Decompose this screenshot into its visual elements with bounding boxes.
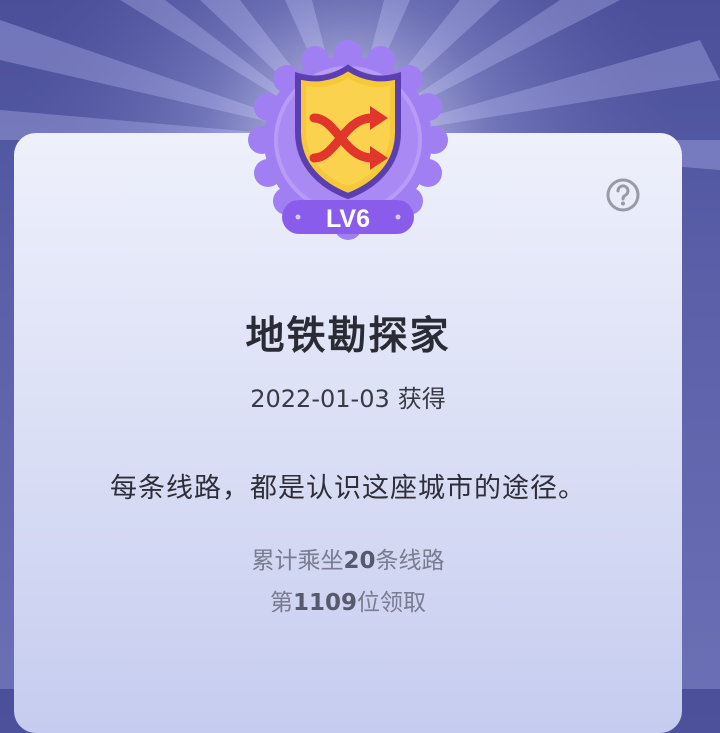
question-circle-icon[interactable]	[605, 177, 641, 213]
level-label: LV6	[326, 205, 370, 233]
date-suffix: 获得	[397, 385, 446, 413]
stat-lines-ridden: 累计乘坐20条线路	[14, 541, 682, 575]
stat1-value: 20	[343, 548, 376, 574]
stat2-value: 1109	[292, 590, 357, 616]
stat1-prefix: 累计乘坐	[251, 548, 344, 574]
achievement-slogan: 每条线路，都是认识这座城市的途径。	[110, 473, 586, 504]
stat1-suffix: 条线路	[375, 548, 445, 574]
achievement-title: 地铁勘探家	[245, 314, 451, 359]
date-value: 2022-01-03	[250, 385, 390, 413]
stat2-suffix: 位领取	[357, 590, 426, 616]
stat-claim-rank: 第1109位领取	[14, 583, 682, 617]
stat2-prefix: 第	[269, 590, 293, 616]
achievement-date: 2022-01-03 获得	[14, 379, 682, 414]
level-badge: LV6	[248, 40, 448, 240]
